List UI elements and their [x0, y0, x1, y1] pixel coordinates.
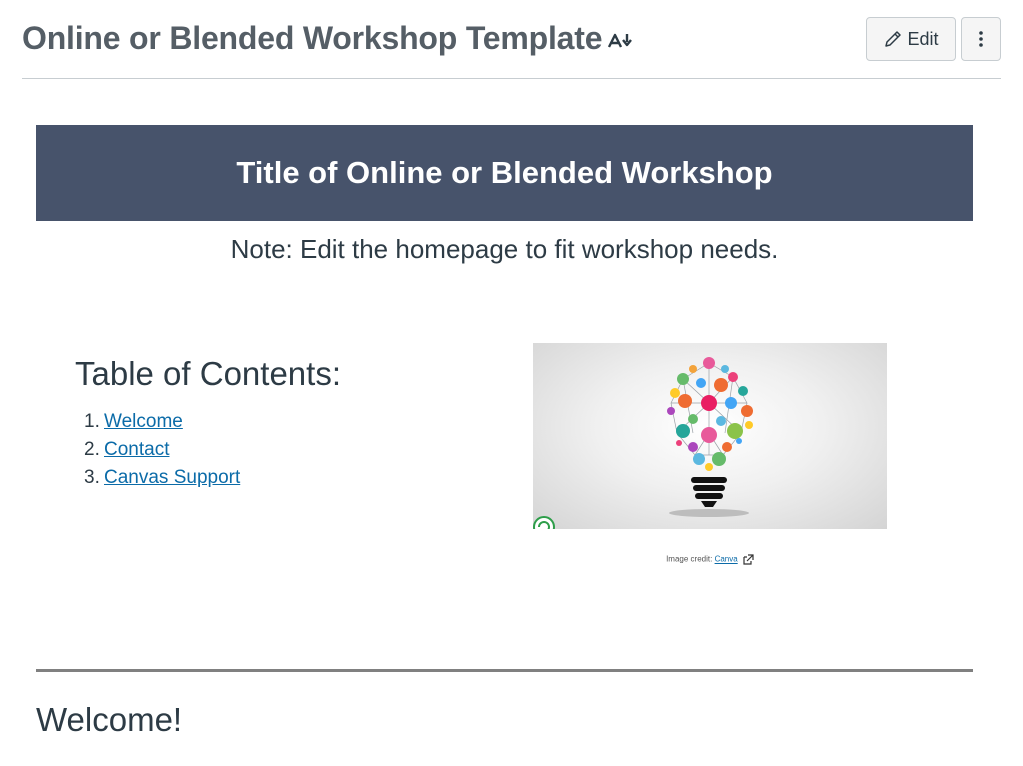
accessibility-checker-icon[interactable]	[607, 31, 635, 51]
lightbulb-image	[533, 343, 887, 529]
toc-item: 3. Canvas Support	[84, 464, 240, 492]
toc-link-canvas-support[interactable]: Canvas Support	[104, 467, 240, 488]
toc-heading: Table of Contents:	[75, 355, 341, 392]
section-divider	[36, 669, 973, 672]
toc-link-welcome[interactable]: Welcome	[104, 411, 183, 432]
workshop-banner: Title of Online or Blended Workshop	[36, 125, 973, 221]
toc-list: 1. Welcome 2. Contact 3. Canvas Support	[84, 408, 240, 492]
more-options-button[interactable]	[961, 17, 1001, 61]
pencil-icon	[885, 31, 902, 47]
toc-item: 1. Welcome	[84, 408, 240, 436]
lightbulb-illustration	[533, 357, 753, 529]
toc-link-contact[interactable]: Contact	[104, 439, 169, 460]
external-link-icon	[743, 554, 754, 565]
image-credit-link[interactable]: Canva	[715, 555, 738, 564]
edit-button[interactable]: Edit	[866, 17, 956, 61]
toc-item-number: 2.	[84, 439, 100, 460]
toc-item-number: 3.	[84, 467, 100, 488]
homepage-note: Note: Edit the homepage to fit workshop …	[230, 234, 779, 264]
image-credit: Image credit: Canva	[533, 554, 887, 565]
banner-title: Title of Online or Blended Workshop	[236, 155, 773, 190]
welcome-heading: Welcome!	[36, 701, 183, 738]
toc-item-number: 1.	[84, 411, 100, 432]
page-title: Online or Blended Workshop Template	[22, 20, 603, 56]
image-credit-prefix: Image credit:	[666, 554, 713, 564]
toc-item: 2. Contact	[84, 436, 240, 464]
edit-button-label: Edit	[907, 28, 939, 49]
more-vertical-icon	[979, 31, 983, 47]
page-header: Online or Blended Workshop Template Edit	[22, 0, 1001, 79]
